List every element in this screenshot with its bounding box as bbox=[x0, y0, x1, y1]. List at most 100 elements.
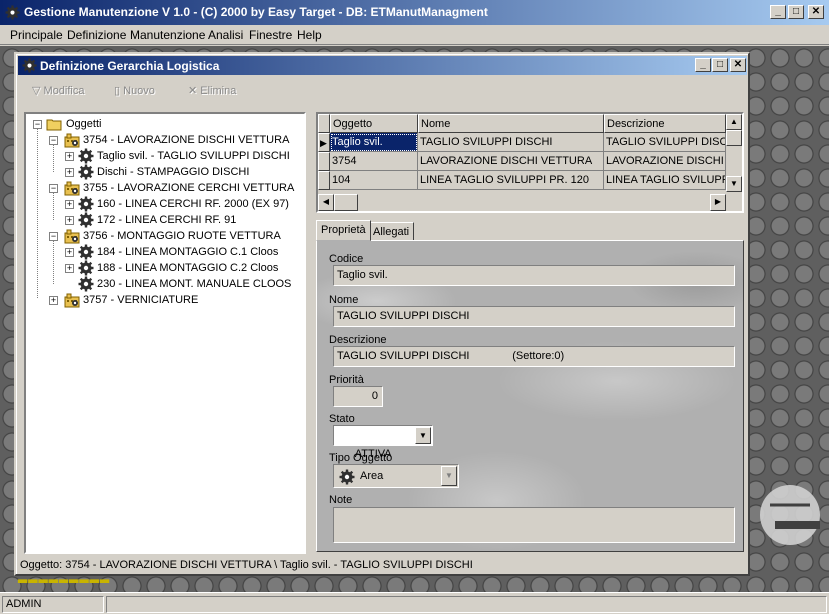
child-close-button[interactable]: ✕ bbox=[730, 58, 746, 72]
expand-icon[interactable]: + bbox=[65, 200, 74, 209]
tree-item-160[interactable]: + 160 - LINEA CERCHI RF. 2000 (EX 97) bbox=[62, 196, 302, 212]
collapse-icon[interactable]: − bbox=[33, 120, 42, 129]
folder-icon bbox=[46, 119, 62, 131]
stato-select[interactable]: ATTIVA ▼ bbox=[333, 425, 433, 460]
child-minimize-button[interactable]: _ bbox=[695, 58, 711, 72]
grid-cell[interactable]: LAVORAZIONE DISCHI VETTURA bbox=[418, 152, 604, 171]
grid-cell[interactable]: Taglio svil. bbox=[330, 133, 418, 152]
building-gear-icon bbox=[64, 228, 80, 244]
tab-proprieta[interactable]: Proprietà bbox=[316, 220, 371, 241]
maximize-button[interactable]: □ bbox=[788, 5, 804, 19]
app-status-bar: ADMIN bbox=[0, 592, 829, 614]
expand-icon[interactable]: + bbox=[65, 264, 74, 273]
nome-field[interactable]: TAGLIO SVILUPPI DISCHI bbox=[333, 306, 735, 327]
tipo-oggetto-select[interactable]: Area ▼ bbox=[333, 464, 459, 488]
codice-field[interactable]: Taglio svil. bbox=[333, 265, 735, 286]
tab-allegati[interactable]: Allegati bbox=[368, 222, 415, 241]
data-grid[interactable]: Oggetto Nome Descrizione ▶ Taglio svil. … bbox=[316, 112, 744, 213]
collapse-icon[interactable]: − bbox=[49, 184, 58, 193]
tree-item-root[interactable]: − Oggetti bbox=[30, 116, 290, 132]
scroll-right-button[interactable]: ▶ bbox=[710, 194, 726, 211]
tree-item-184[interactable]: + 184 - LINEA MONTAGGIO C.1 Cloos bbox=[62, 244, 302, 260]
tree-item-172[interactable]: + 172 - LINEA CERCHI RF. 91 bbox=[62, 212, 302, 228]
child-maximize-button[interactable]: □ bbox=[712, 58, 728, 72]
child-title-bar[interactable]: Definizione Gerarchia Logistica _ □ ✕ bbox=[18, 56, 747, 75]
menu-finestre[interactable]: Finestre bbox=[249, 28, 292, 42]
tree-view[interactable]: − Oggetti − 3754 - LAVORAZIONE DISCHI VE… bbox=[24, 112, 306, 554]
tree-item-3754[interactable]: − 3754 - LAVORAZIONE DISCHI VETTURA bbox=[46, 132, 306, 148]
collapse-icon[interactable]: − bbox=[49, 136, 58, 145]
menu-analisi[interactable]: Analisi bbox=[208, 28, 243, 42]
gear-icon bbox=[78, 244, 94, 260]
note-field[interactable] bbox=[333, 507, 735, 543]
grid-cell[interactable]: TAGLIO SVILUPPI DISCHI bbox=[418, 133, 604, 152]
child-gear-icon bbox=[22, 58, 37, 73]
descrizione-field[interactable]: TAGLIO SVILUPPI DISCHI (Settore:0) bbox=[333, 346, 735, 367]
expand-icon[interactable]: + bbox=[65, 168, 74, 177]
menu-principale[interactable]: Principale bbox=[10, 28, 63, 42]
document-icon: ▯ bbox=[114, 85, 121, 97]
grid-cell[interactable]: LAVORAZIONE DISCHI VETTURA bbox=[604, 152, 726, 171]
scroll-down-button[interactable]: ▼ bbox=[726, 176, 742, 192]
tree-item-3756[interactable]: − 3756 - MONTAGGIO RUOTE VETTURA bbox=[46, 228, 306, 244]
grid-corner bbox=[318, 114, 330, 133]
codice-label: Codice bbox=[329, 253, 364, 265]
child-title: Definizione Gerarchia Logistica bbox=[40, 59, 220, 73]
app-gear-icon bbox=[5, 5, 20, 20]
menu-manutenzione[interactable]: Manutenzione bbox=[130, 28, 205, 42]
scroll-left-button[interactable]: ◀ bbox=[318, 194, 334, 211]
gear-icon bbox=[78, 212, 94, 228]
chevron-down-icon[interactable]: ▼ bbox=[415, 427, 431, 444]
menu-definizione[interactable]: Definizione bbox=[67, 28, 126, 42]
note-label: Note bbox=[329, 494, 353, 506]
x-icon: ✕ bbox=[188, 85, 198, 97]
row-indicator-icon: ▶ bbox=[318, 133, 330, 152]
expand-icon[interactable]: + bbox=[49, 296, 58, 305]
nome-label: Nome bbox=[329, 294, 359, 306]
funnel-icon: ▽ bbox=[32, 85, 41, 97]
properties-panel: Codice Taglio svil. Nome TAGLIO SVILUPPI… bbox=[316, 240, 744, 552]
expand-icon[interactable]: + bbox=[65, 152, 74, 161]
expand-icon[interactable]: + bbox=[65, 248, 74, 257]
chevron-down-icon[interactable]: ▼ bbox=[441, 466, 457, 486]
grid-header-descrizione[interactable]: Descrizione bbox=[604, 114, 726, 133]
close-button[interactable]: ✕ bbox=[808, 5, 824, 19]
gear-icon bbox=[339, 469, 355, 485]
grid-cell[interactable]: LINEA TAGLIO SVILUPPI PR. 120 bbox=[418, 171, 604, 190]
child-window: Definizione Gerarchia Logistica _ □ ✕ ▽ … bbox=[14, 52, 750, 576]
tipo-oggetto-label: Tipo Oggetto bbox=[329, 452, 393, 464]
priorita-field[interactable]: 0 bbox=[333, 386, 383, 407]
tree-item-dischi[interactable]: + Dischi - STAMPAGGIO DISCHI bbox=[62, 164, 302, 180]
tree-item-taglio[interactable]: + Taglio svil. - TAGLIO SVILUPPI DISCHI bbox=[62, 148, 302, 164]
scroll-up-button[interactable]: ▲ bbox=[726, 114, 742, 130]
status-panel bbox=[106, 596, 827, 613]
minimize-button[interactable]: _ bbox=[770, 5, 786, 19]
grid-header-oggetto[interactable]: Oggetto bbox=[330, 114, 418, 133]
gear-icon bbox=[78, 196, 94, 212]
grid-header-nome[interactable]: Nome bbox=[418, 114, 604, 133]
tree-item-3757[interactable]: + 3757 - VERNICIATURE bbox=[46, 292, 306, 308]
elimina-button[interactable]: ✕ Elimina bbox=[188, 84, 236, 97]
expand-icon[interactable]: + bbox=[65, 216, 74, 225]
grid-cell[interactable]: 104 bbox=[330, 171, 418, 190]
tree-item-3755[interactable]: − 3755 - LAVORAZIONE CERCHI VETTURA bbox=[46, 180, 306, 196]
scroll-thumb[interactable] bbox=[726, 130, 742, 146]
gear-icon bbox=[78, 164, 94, 180]
menu-bar: Principale Definizione Manutenzione Anal… bbox=[0, 25, 829, 45]
app-title-bar[interactable]: Gestione Manutenzione V 1.0 - (C) 2000 b… bbox=[0, 0, 829, 25]
grid-cell[interactable]: LINEA TAGLIO SVILUPPI PR. 120 bbox=[604, 171, 726, 190]
brand-logo bbox=[760, 485, 820, 545]
scroll-h-thumb[interactable] bbox=[334, 194, 358, 211]
child-status-bar: Oggetto: 3754 - LAVORAZIONE DISCHI VETTU… bbox=[20, 559, 473, 571]
modifica-button[interactable]: ▽ Modifica bbox=[32, 84, 85, 97]
priorita-label: Priorità bbox=[329, 374, 364, 386]
collapse-icon[interactable]: − bbox=[49, 232, 58, 241]
tree-item-188[interactable]: + 188 - LINEA MONTAGGIO C.2 Cloos bbox=[62, 260, 302, 276]
gear-icon bbox=[78, 276, 94, 292]
grid-cell[interactable]: 3754 bbox=[330, 152, 418, 171]
nuovo-button[interactable]: ▯ Nuovo bbox=[114, 84, 155, 97]
gear-icon bbox=[78, 148, 94, 164]
grid-cell[interactable]: TAGLIO SVILUPPI DISCHI bbox=[604, 133, 726, 152]
menu-help[interactable]: Help bbox=[297, 28, 322, 42]
tree-item-230[interactable]: 230 - LINEA MONT. MANUALE CLOOS bbox=[62, 276, 302, 292]
